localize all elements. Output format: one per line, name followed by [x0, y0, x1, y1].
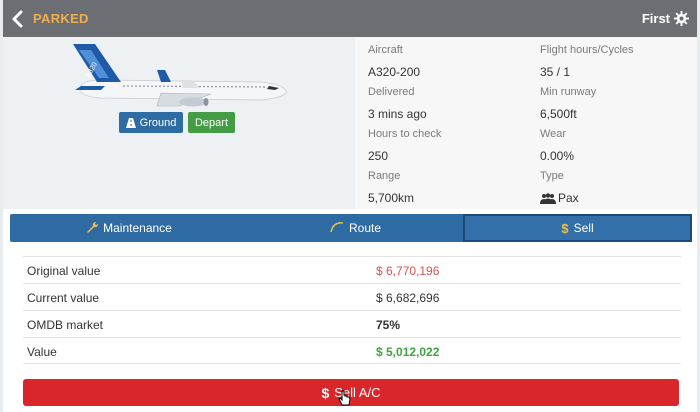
tab-maintenance-label: Maintenance [103, 221, 172, 235]
wrench-icon [86, 221, 99, 236]
aircraft-value: A320-200 [368, 65, 421, 79]
aircraft-specs: Aircraft A320-200 Flight hours/Cycles 35… [355, 37, 697, 209]
tab-sell[interactable]: $ Sell [463, 214, 692, 242]
type-value: Pax [558, 191, 579, 205]
tab-route-label: Route [348, 221, 382, 235]
chevron-left-icon [12, 10, 23, 27]
current-value: $ 6,682,696 [376, 291, 440, 305]
road-icon [125, 117, 136, 128]
aircraft-panel: PARKED First A320 Ground Depart Aircraft… [3, 0, 697, 412]
status-title: PARKED [33, 11, 89, 26]
dollar-icon: $ [321, 384, 330, 401]
min-runway-value: 6,500ft [540, 107, 577, 121]
aircraft-label: Aircraft [368, 44, 403, 56]
back-button[interactable]: PARKED [11, 10, 89, 28]
row-label: OMDB market [27, 318, 104, 332]
passengers-icon [540, 193, 556, 205]
tab-maintenance[interactable]: Maintenance [10, 214, 248, 242]
tab-sell-label: Sell [573, 221, 594, 235]
wear-value: 0.00% [540, 149, 575, 163]
type-label: Type [540, 170, 564, 182]
dollar-icon: $ [561, 220, 569, 236]
tab-route[interactable]: Route [248, 214, 463, 242]
depart-button-label: Depart [194, 116, 229, 129]
range-value: 5,700km [368, 191, 415, 205]
depart-button[interactable]: Depart [188, 112, 235, 133]
min-runway-label: Min runway [540, 86, 597, 98]
row-label: Current value [27, 291, 100, 305]
market-value: 75% [376, 318, 401, 332]
delivered-label: Delivered [368, 86, 415, 98]
route-icon [330, 221, 344, 236]
table-row: Original value $ 6,770,196 [23, 256, 681, 283]
class-label: First [641, 11, 670, 26]
airplane-illustration: A320 [73, 44, 288, 107]
aircraft-image: A320 Ground Depart [3, 37, 355, 209]
sale-value: $ 5,012,022 [376, 345, 440, 359]
hours-check-label: Hours to check [368, 128, 442, 140]
row-label: Original value [27, 264, 101, 278]
hours-check-value: 250 [368, 149, 389, 163]
aircraft-tabs: Maintenance Route $ Sell [10, 214, 692, 242]
type-value-wrap: Pax [540, 191, 579, 205]
ground-button-label: Ground [139, 116, 177, 129]
ground-button[interactable]: Ground [119, 112, 183, 133]
gear-icon [674, 11, 689, 26]
hand-cursor-icon [338, 390, 351, 406]
row-label: Value [27, 345, 57, 359]
table-row: Current value $ 6,682,696 [23, 283, 681, 310]
seat-class-settings[interactable]: First [642, 11, 689, 26]
delivered-value: 3 mins ago [368, 107, 427, 121]
table-row: OMDB market 75% [23, 310, 681, 337]
flight-hours-value: 35 / 1 [540, 65, 571, 79]
original-value: $ 6,770,196 [376, 264, 440, 278]
table-row: Value $ 5,012,022 [23, 337, 681, 364]
range-label: Range [368, 170, 401, 182]
wear-label: Wear [540, 128, 567, 140]
header-bar: PARKED First [3, 0, 697, 37]
flight-hours-label: Flight hours/Cycles [540, 44, 634, 56]
value-table: Original value $ 6,770,196 Current value… [23, 256, 681, 364]
